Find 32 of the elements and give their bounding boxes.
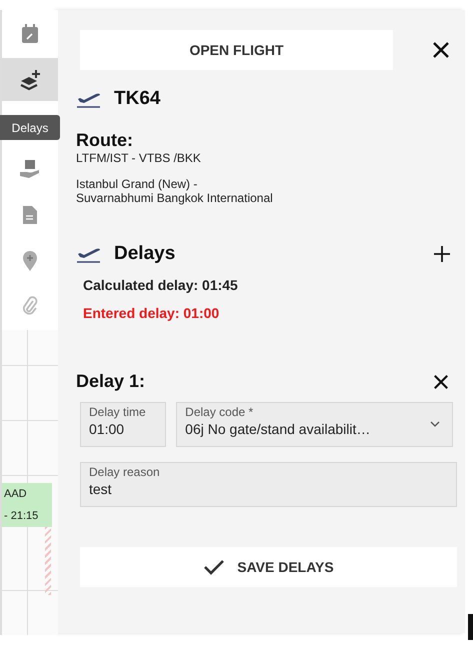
delay-time-field[interactable]: Delay time 01:00 (80, 402, 166, 447)
layers-tool-button[interactable] (2, 58, 58, 102)
route-codes: LTFM/IST - VTBS /BKK (76, 151, 202, 165)
delay-title: Delay 1: (76, 371, 146, 392)
delay-code-select[interactable]: Delay code * 06j No gate/stand availabilit… (176, 402, 453, 447)
delay-summary: Entered delay: 01:00 (83, 305, 220, 321)
edge-marker (468, 614, 473, 640)
delay-reason-field[interactable]: Delay reason test (80, 462, 457, 507)
timeline-event[interactable]: AAD - 21:15 (2, 483, 52, 527)
airport-names: Istanbul Grand (New) - (76, 177, 198, 191)
close-icon[interactable] (432, 41, 450, 59)
save-delays-button[interactable]: SAVE DELAYS (80, 547, 457, 587)
hand-box-icon (19, 159, 41, 180)
layers-plus-icon (19, 68, 41, 90)
chevron-down-icon (430, 421, 440, 427)
delay-summary: Calculated delay: 01:45 (83, 277, 239, 293)
flight-number: TK64 (114, 88, 160, 110)
delays-heading: Delays (114, 243, 176, 265)
airport-names: Suvarnabhumi Bangkok International (76, 191, 274, 205)
hatched-stripe (45, 527, 51, 595)
map-pin-icon (23, 250, 37, 271)
paperclip-icon (22, 296, 38, 316)
close-icon[interactable] (433, 374, 449, 390)
open-flight-button[interactable]: OPEN FLIGHT (80, 30, 393, 70)
route-label: Route: (76, 130, 134, 151)
add-icon[interactable] (433, 245, 451, 263)
event-text: - 21:15 (4, 510, 40, 522)
document-icon (23, 206, 37, 224)
tooltip: Delays (0, 115, 60, 140)
calendar-icon (21, 24, 39, 44)
event-text: AAD (4, 488, 28, 500)
checkmark-icon (203, 559, 226, 575)
